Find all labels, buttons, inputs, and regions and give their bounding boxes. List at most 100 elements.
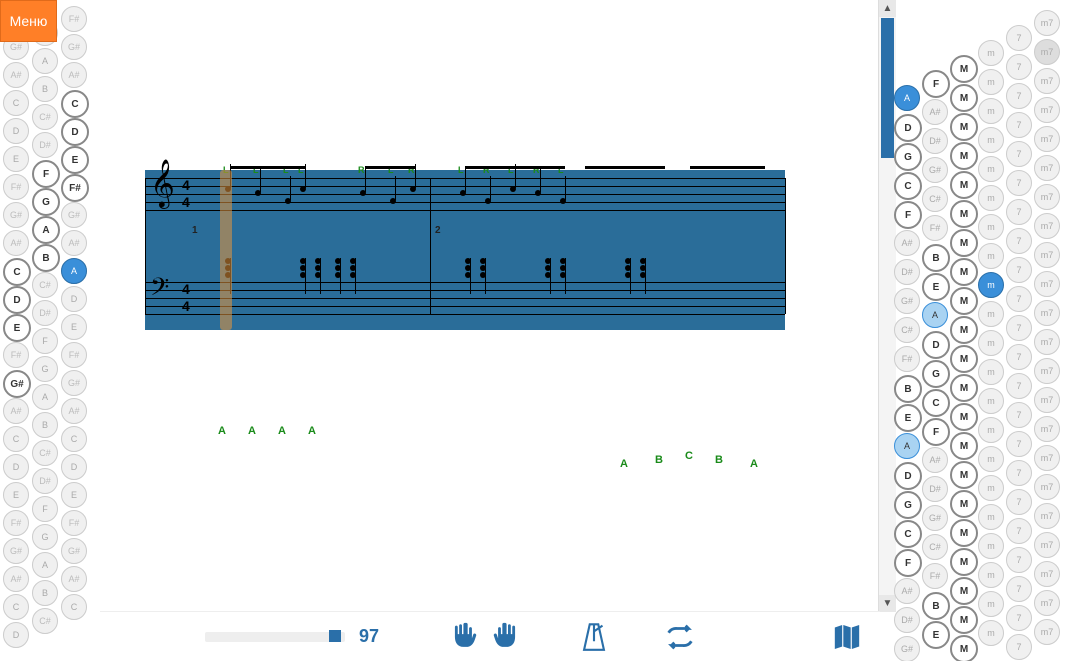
tempo-slider-thumb-icon[interactable] [329, 630, 341, 642]
right-key-0-1[interactable]: D [894, 114, 922, 142]
right-key-5-12[interactable]: m7 [1034, 358, 1060, 384]
right-key-5-16[interactable]: m7 [1034, 474, 1060, 500]
right-key-1-2[interactable]: D# [922, 128, 948, 154]
left-key-C-0-2[interactable]: C [3, 90, 29, 116]
right-key-3-3[interactable]: m [978, 127, 1004, 153]
right-key-2-4[interactable]: M [950, 171, 978, 199]
right-key-4-1[interactable]: 7 [1006, 54, 1032, 80]
right-key-2-14[interactable]: M [950, 461, 978, 489]
left-key-Ds-1-4[interactable]: D# [32, 132, 58, 158]
right-key-0-6[interactable]: D# [894, 259, 920, 285]
right-key-3-19[interactable]: m [978, 591, 1004, 617]
right-key-5-5[interactable]: m7 [1034, 155, 1060, 181]
left-key-Gs-0-6[interactable]: G# [3, 202, 29, 228]
right-key-1-13[interactable]: A# [922, 447, 948, 473]
left-key-G-1-6[interactable]: G [32, 188, 60, 216]
right-key-4-9[interactable]: 7 [1006, 286, 1032, 312]
right-key-0-17[interactable]: A# [894, 578, 920, 604]
left-key-D-0-15[interactable]: D [3, 454, 29, 480]
right-key-5-4[interactable]: m7 [1034, 126, 1060, 152]
right-key-3-11[interactable]: m [978, 359, 1004, 385]
left-key-E-0-10[interactable]: E [3, 314, 31, 342]
right-key-5-17[interactable]: m7 [1034, 503, 1060, 529]
right-key-3-12[interactable]: m [978, 388, 1004, 414]
right-hand-button[interactable] [485, 617, 531, 657]
right-key-3-8[interactable]: m [978, 272, 1004, 298]
right-key-1-7[interactable]: E [922, 273, 950, 301]
left-key-Fs-0-17[interactable]: F# [3, 510, 29, 536]
left-key-B-1-20[interactable]: B [32, 580, 58, 606]
left-key-B-1-2[interactable]: B [32, 76, 58, 102]
right-key-2-13[interactable]: M [950, 432, 978, 460]
right-key-2-1[interactable]: M [950, 84, 978, 112]
right-key-4-18[interactable]: 7 [1006, 547, 1032, 573]
right-key-2-16[interactable]: M [950, 519, 978, 547]
right-key-1-6[interactable]: B [922, 244, 950, 272]
left-key-Cs-1-21[interactable]: C# [32, 608, 58, 634]
right-key-4-17[interactable]: 7 [1006, 518, 1032, 544]
left-key-Fs-2-18[interactable]: F# [61, 510, 87, 536]
left-key-C-0-8[interactable]: C [3, 258, 31, 286]
right-key-0-10[interactable]: B [894, 375, 922, 403]
right-key-0-4[interactable]: F [894, 201, 922, 229]
left-key-As-0-7[interactable]: A# [3, 230, 29, 256]
right-key-4-10[interactable]: 7 [1006, 315, 1032, 341]
left-key-G-1-12[interactable]: G [32, 356, 58, 382]
right-key-4-13[interactable]: 7 [1006, 402, 1032, 428]
right-key-2-3[interactable]: M [950, 142, 978, 170]
left-key-Gs-2-19[interactable]: G# [61, 538, 87, 564]
right-key-1-1[interactable]: A# [922, 99, 948, 125]
right-key-3-16[interactable]: m [978, 504, 1004, 530]
left-key-F-1-11[interactable]: F [32, 328, 58, 354]
right-key-5-14[interactable]: m7 [1034, 416, 1060, 442]
right-key-0-2[interactable]: G [894, 143, 922, 171]
right-key-4-15[interactable]: 7 [1006, 460, 1032, 486]
right-key-2-8[interactable]: M [950, 287, 978, 315]
left-key-E-2-5[interactable]: E [61, 146, 89, 174]
right-key-2-6[interactable]: M [950, 229, 978, 257]
right-key-2-20[interactable]: M [950, 635, 978, 661]
right-key-0-13[interactable]: D [894, 462, 922, 490]
left-key-B-1-14[interactable]: B [32, 412, 58, 438]
right-key-5-6[interactable]: m7 [1034, 184, 1060, 210]
left-key-As-0-19[interactable]: A# [3, 566, 29, 592]
right-key-3-17[interactable]: m [978, 533, 1004, 559]
right-key-3-5[interactable]: m [978, 185, 1004, 211]
right-key-1-8[interactable]: A [922, 302, 948, 328]
left-key-As-0-1[interactable]: A# [3, 62, 29, 88]
left-key-C-2-3[interactable]: C [61, 90, 89, 118]
right-key-2-0[interactable]: M [950, 55, 978, 83]
right-key-1-18[interactable]: B [922, 592, 950, 620]
left-key-active[interactable]: A [61, 258, 87, 284]
left-key-C-0-20[interactable]: C [3, 594, 29, 620]
right-key-0-15[interactable]: C [894, 520, 922, 548]
right-key-5-2[interactable]: m7 [1034, 68, 1060, 94]
right-key-3-20[interactable]: m [978, 620, 1004, 646]
right-key-1-19[interactable]: E [922, 621, 950, 649]
right-key-2-12[interactable]: M [950, 403, 978, 431]
right-key-2-17[interactable]: M [950, 548, 978, 576]
left-key-D-2-16[interactable]: D [61, 454, 87, 480]
right-key-4-7[interactable]: 7 [1006, 228, 1032, 254]
right-key-5-7[interactable]: m7 [1034, 213, 1060, 239]
right-key-5-21[interactable]: m7 [1034, 619, 1060, 645]
left-key-E-2-11[interactable]: E [61, 314, 87, 340]
right-key-3-9[interactable]: m [978, 301, 1004, 327]
left-key-As-2-8[interactable]: A# [61, 230, 87, 256]
right-key-2-5[interactable]: M [950, 200, 978, 228]
right-key-0-18[interactable]: D# [894, 607, 920, 633]
right-key-1-3[interactable]: G# [922, 157, 948, 183]
tempo-slider[interactable] [205, 632, 345, 642]
right-key-4-14[interactable]: 7 [1006, 431, 1032, 457]
right-key-2-10[interactable]: M [950, 345, 978, 373]
left-key-Fs-2-12[interactable]: F# [61, 342, 87, 368]
right-key-4-11[interactable]: 7 [1006, 344, 1032, 370]
left-key-F-1-5[interactable]: F [32, 160, 60, 188]
right-key-5-13[interactable]: m7 [1034, 387, 1060, 413]
right-key-4-0[interactable]: 7 [1006, 25, 1032, 51]
right-key-4-5[interactable]: 7 [1006, 170, 1032, 196]
left-key-As-2-20[interactable]: A# [61, 566, 87, 592]
left-key-C-2-15[interactable]: C [61, 426, 87, 452]
playback-cursor[interactable] [220, 170, 232, 330]
right-key-4-12[interactable]: 7 [1006, 373, 1032, 399]
